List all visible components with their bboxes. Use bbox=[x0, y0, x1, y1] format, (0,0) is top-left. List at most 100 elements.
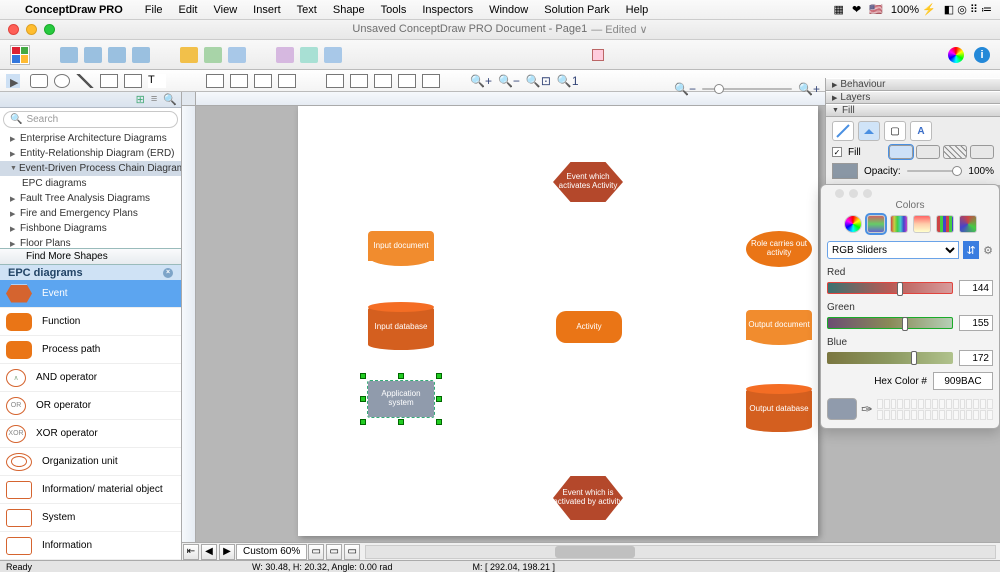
menu-text[interactable]: Text bbox=[290, 4, 324, 16]
recent-color-cell[interactable] bbox=[925, 399, 931, 409]
mode-sliders-icon[interactable] bbox=[867, 215, 885, 233]
recent-color-cell[interactable] bbox=[966, 410, 972, 420]
mode-spectrum-icon[interactable] bbox=[913, 215, 931, 233]
mode-swatches-icon[interactable] bbox=[959, 215, 977, 233]
page-mode-3[interactable]: ▭ bbox=[344, 544, 360, 560]
picker-trafficlight[interactable] bbox=[863, 189, 872, 198]
align-icon-1[interactable] bbox=[206, 74, 224, 88]
recent-color-cell[interactable] bbox=[960, 399, 966, 409]
pattern-gradient[interactable] bbox=[916, 145, 940, 159]
insert-icon-3[interactable] bbox=[324, 47, 342, 63]
connector-icon-2[interactable] bbox=[204, 47, 222, 63]
blue-slider[interactable] bbox=[827, 352, 953, 364]
list-view-icon[interactable]: ≡ bbox=[151, 93, 157, 105]
pattern-image[interactable] bbox=[970, 145, 994, 159]
vertical-ruler[interactable] bbox=[182, 106, 196, 542]
canvas-input-db[interactable]: Input database bbox=[368, 304, 434, 350]
recent-color-cell[interactable] bbox=[980, 399, 986, 409]
lib-epc-diagrams[interactable]: EPC diagrams bbox=[0, 176, 181, 191]
canvas-event-activated[interactable]: Event which is activated by activity bbox=[553, 476, 623, 520]
mode-palette-icon[interactable] bbox=[890, 215, 908, 233]
select-tool-icon[interactable]: ▶ bbox=[6, 74, 20, 88]
recent-color-cell[interactable] bbox=[953, 410, 959, 420]
toolbar-indicator-icon[interactable] bbox=[592, 49, 604, 61]
menubar-spotlight-icon[interactable]: ▦ bbox=[834, 3, 844, 16]
recent-color-cell[interactable] bbox=[897, 399, 903, 409]
text-tool-icon[interactable]: T bbox=[148, 74, 166, 88]
connector-icon-3[interactable] bbox=[228, 47, 246, 63]
fill-tab-shadow[interactable]: ▢ bbox=[884, 121, 906, 141]
window-zoom-button[interactable] bbox=[44, 24, 55, 35]
recent-color-cell[interactable] bbox=[904, 399, 910, 409]
stencil-function[interactable]: Function bbox=[0, 308, 181, 336]
horizontal-scrollbar[interactable] bbox=[365, 545, 996, 559]
fill-tab-stroke[interactable] bbox=[832, 121, 854, 141]
connector-icon-1[interactable] bbox=[180, 47, 198, 63]
menu-help[interactable]: Help bbox=[619, 4, 656, 16]
recent-color-cell[interactable] bbox=[897, 410, 903, 420]
menu-tools[interactable]: Tools bbox=[374, 4, 414, 16]
menu-edit[interactable]: Edit bbox=[172, 4, 205, 16]
stencil-information[interactable]: Information bbox=[0, 532, 181, 560]
recent-color-cell[interactable] bbox=[891, 399, 897, 409]
zoom-actual-icon[interactable]: 🔍1 bbox=[557, 74, 579, 88]
insert-icon-1[interactable] bbox=[276, 47, 294, 63]
stencil-xor-operator[interactable]: XORXOR operator bbox=[0, 420, 181, 448]
layout-icon-5[interactable] bbox=[422, 74, 440, 88]
hex-input[interactable] bbox=[933, 372, 993, 390]
recent-color-cell[interactable] bbox=[973, 399, 979, 409]
canvas-activity[interactable]: Activity bbox=[556, 311, 622, 343]
recent-color-cell[interactable] bbox=[987, 410, 993, 420]
lib-fishbone[interactable]: ▶Fishbone Diagrams bbox=[0, 221, 181, 236]
menu-inspectors[interactable]: Inspectors bbox=[415, 4, 480, 16]
section-epc-diagrams[interactable]: EPC diagrams × bbox=[0, 265, 181, 280]
recent-colors-grid[interactable] bbox=[877, 399, 993, 420]
drawing-page[interactable]: Event which activates ActivityInput docu… bbox=[298, 106, 818, 536]
green-value[interactable]: 155 bbox=[959, 315, 993, 331]
menu-window[interactable]: Window bbox=[482, 4, 535, 16]
stencil-and-operator[interactable]: ∧AND operator bbox=[0, 364, 181, 392]
page-mode-2[interactable]: ▭ bbox=[326, 544, 342, 560]
lib-erd[interactable]: ▶Entity-Relationship Diagram (ERD) bbox=[0, 146, 181, 161]
recent-color-cell[interactable] bbox=[925, 410, 931, 420]
fill-checkbox[interactable]: ✓ bbox=[832, 147, 842, 157]
layout-icon-4[interactable] bbox=[398, 74, 416, 88]
menubar-appname[interactable]: ConceptDraw PRO bbox=[18, 4, 130, 16]
align-icon-3[interactable] bbox=[254, 74, 272, 88]
menu-file[interactable]: File bbox=[138, 4, 170, 16]
menu-view[interactable]: View bbox=[207, 4, 245, 16]
menu-solution-park[interactable]: Solution Park bbox=[537, 4, 616, 16]
red-slider[interactable] bbox=[827, 282, 953, 294]
canvas-event-activate[interactable]: Event which activates Activity bbox=[553, 162, 623, 202]
library-search[interactable]: 🔍 Search bbox=[3, 111, 178, 129]
stencil-event[interactable]: Event bbox=[0, 280, 181, 308]
recent-color-cell[interactable] bbox=[911, 410, 917, 420]
layout-icon-3[interactable] bbox=[374, 74, 392, 88]
zoom-out-icon[interactable]: 🔍− bbox=[498, 74, 520, 88]
recent-color-cell[interactable] bbox=[987, 399, 993, 409]
find-more-shapes[interactable]: Find More Shapes bbox=[0, 248, 181, 266]
recent-color-cell[interactable] bbox=[877, 410, 883, 420]
canvas-role[interactable]: Role carries out activity bbox=[746, 231, 812, 267]
section-fill[interactable]: ▼Fill bbox=[826, 104, 1000, 117]
arrange-icon-2[interactable] bbox=[84, 47, 102, 63]
picker-trafficlight[interactable] bbox=[849, 189, 858, 198]
pattern-hatch[interactable] bbox=[943, 145, 967, 159]
lib-enterprise-arch[interactable]: ▶Enterprise Architecture Diagrams bbox=[0, 131, 181, 146]
recent-color-cell[interactable] bbox=[980, 410, 986, 420]
zoom-in-icon[interactable]: 🔍+ bbox=[470, 74, 492, 88]
fill-tab-text[interactable]: A bbox=[910, 121, 932, 141]
zoom-fit-icon[interactable]: 🔍⊡ bbox=[526, 74, 551, 88]
page-mode-1[interactable]: ▭ bbox=[308, 544, 324, 560]
arrange-icon-3[interactable] bbox=[108, 47, 126, 63]
recent-color-cell[interactable] bbox=[911, 399, 917, 409]
opacity-slider[interactable] bbox=[907, 165, 963, 177]
recent-color-cell[interactable] bbox=[932, 399, 938, 409]
align-icon-4[interactable] bbox=[278, 74, 296, 88]
zoom-level-label[interactable]: Custom 60% bbox=[236, 544, 307, 560]
lib-floor-plans[interactable]: ▶Floor Plans bbox=[0, 236, 181, 248]
solution-park-icon[interactable] bbox=[10, 45, 30, 65]
recent-color-cell[interactable] bbox=[918, 399, 924, 409]
scroll-first-button[interactable]: ⇤ bbox=[183, 544, 199, 560]
slider-mode-select[interactable]: RGB Sliders bbox=[827, 241, 959, 259]
